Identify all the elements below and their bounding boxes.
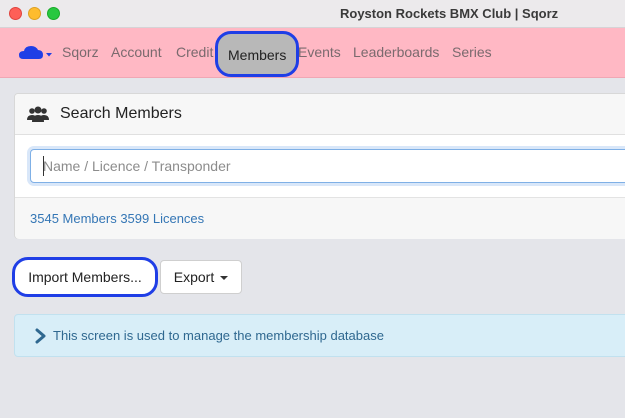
nav-item-account[interactable]: Account bbox=[111, 44, 162, 60]
nav-item-members[interactable]: Members bbox=[215, 31, 300, 77]
chevron-right-icon[interactable] bbox=[35, 328, 47, 344]
import-members-label: Import Members... bbox=[28, 269, 142, 285]
member-licence-counts: 3545 Members 3599 Licences bbox=[30, 211, 205, 226]
info-text: This screen is used to manage the member… bbox=[53, 328, 384, 343]
cloud-icon[interactable] bbox=[19, 44, 53, 62]
search-input[interactable] bbox=[30, 149, 625, 183]
info-box[interactable]: This screen is used to manage the member… bbox=[14, 314, 625, 357]
window-title: Royston Rockets BMX Club | Sqorz bbox=[340, 6, 559, 21]
users-icon bbox=[27, 105, 49, 123]
panel-body bbox=[15, 135, 625, 197]
panel-title: Search Members bbox=[60, 105, 182, 122]
zoom-window-button[interactable] bbox=[47, 7, 60, 20]
nav-item-credit[interactable]: Credit bbox=[176, 44, 213, 60]
panel-heading: Search Members bbox=[15, 94, 625, 135]
title-bar: Royston Rockets BMX Club | Sqorz bbox=[0, 0, 625, 28]
search-members-panel: Search Members 3545 Members 3599 Licence… bbox=[14, 93, 625, 239]
panel-footer: 3545 Members 3599 Licences bbox=[15, 197, 625, 239]
text-cursor bbox=[43, 156, 44, 176]
top-navbar: Sqorz Account Credit Members Events Lead… bbox=[0, 28, 625, 78]
app-window: Royston Rockets BMX Club | Sqorz Sqorz A… bbox=[0, 0, 625, 418]
nav-item-events[interactable]: Events bbox=[298, 44, 341, 60]
nav-item-leaderboards[interactable]: Leaderboards bbox=[353, 44, 439, 60]
close-window-button[interactable] bbox=[9, 7, 22, 20]
caret-down-icon bbox=[220, 276, 229, 281]
nav-item-sqorz[interactable]: Sqorz bbox=[62, 44, 99, 60]
minimize-window-button[interactable] bbox=[28, 7, 41, 20]
export-label: Export bbox=[173, 269, 215, 285]
export-dropdown-button[interactable]: Export bbox=[160, 260, 242, 294]
nav-item-series[interactable]: Series bbox=[452, 44, 492, 60]
import-members-button[interactable]: Import Members... bbox=[12, 257, 158, 297]
